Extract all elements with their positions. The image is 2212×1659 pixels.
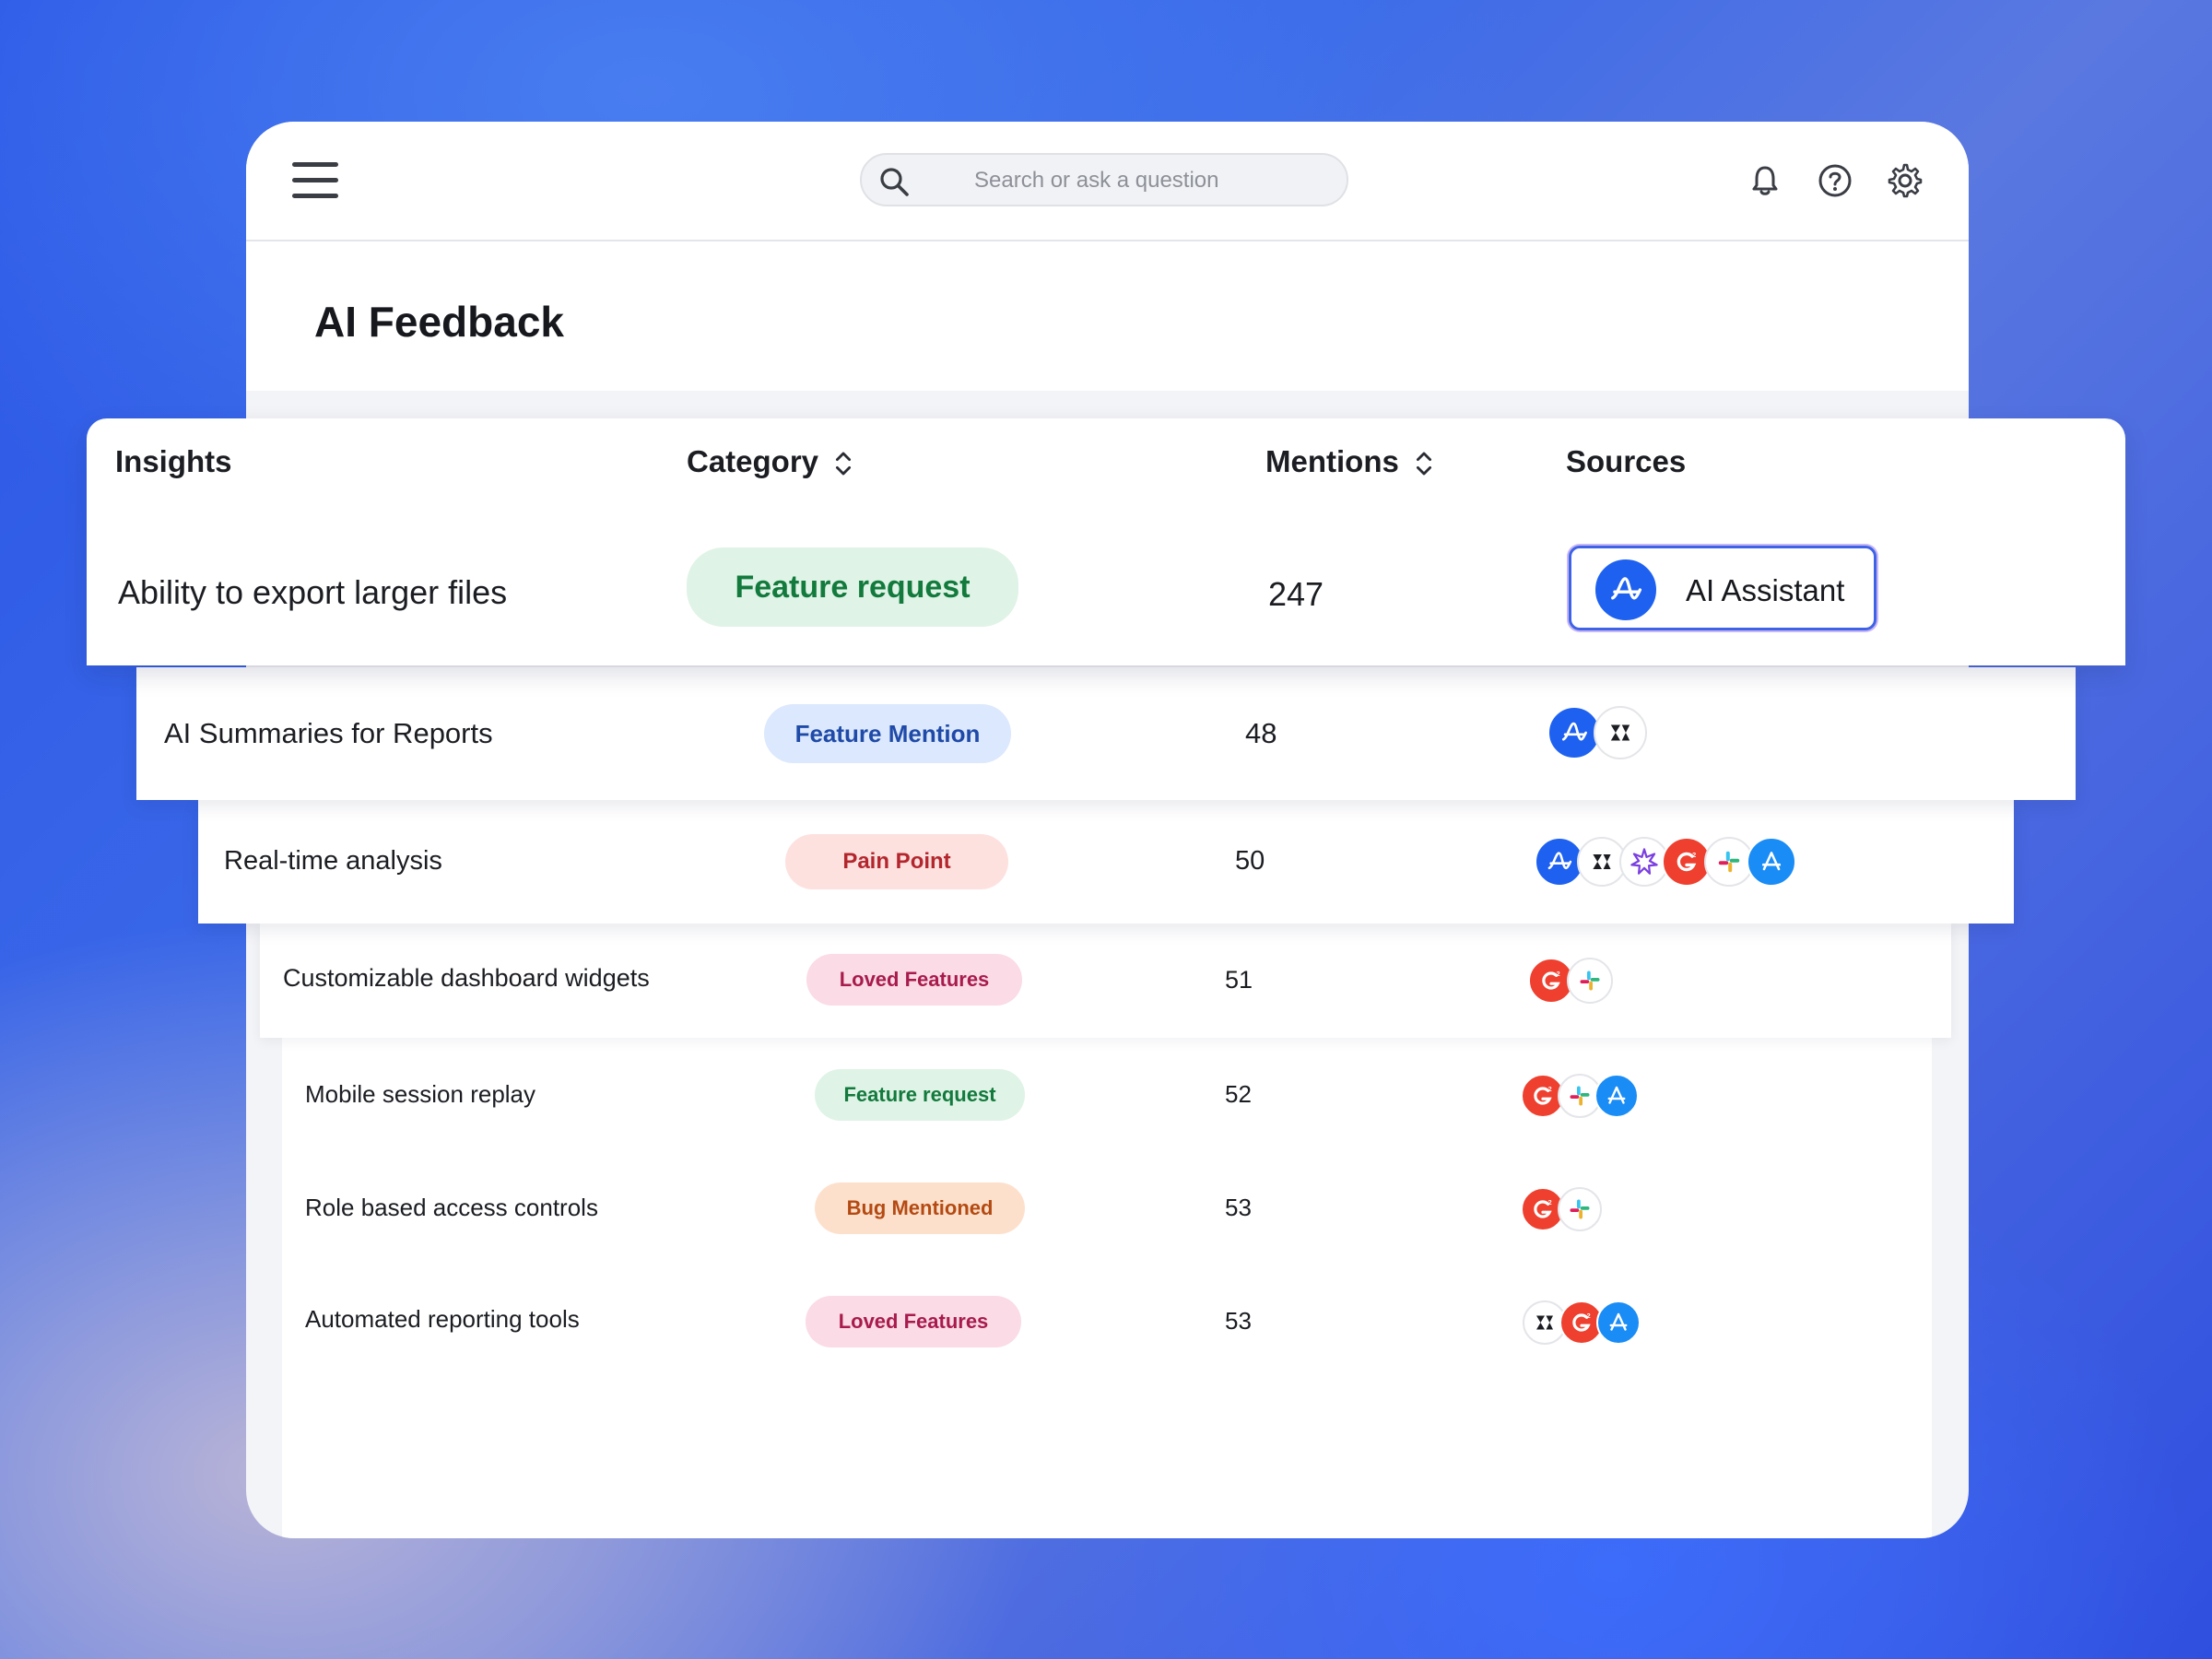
column-header-mentions[interactable]: Mentions — [1265, 444, 1434, 479]
column-header-category[interactable]: Category — [687, 444, 853, 479]
mentions-count: 51 — [1225, 966, 1253, 994]
app-store-icon — [1747, 837, 1796, 887]
search-icon — [880, 168, 909, 196]
sources-group — [1535, 837, 1796, 887]
category-badge[interactable]: Feature request — [687, 547, 1018, 627]
bell-icon[interactable] — [1747, 162, 1783, 199]
title-area: AI Feedback — [246, 241, 1969, 391]
ai-assistant-label: AI Assistant — [1686, 573, 1845, 607]
sources-group — [1521, 1074, 1639, 1118]
top-bar — [246, 122, 1969, 241]
search-bar[interactable] — [860, 153, 1348, 206]
column-header-sources: Sources — [1566, 444, 1687, 478]
amplitude-icon — [1594, 558, 1658, 622]
column-header-insights: Insights — [115, 444, 232, 478]
table-row[interactable]: Customizable dashboard widgets Loved Fea… — [260, 922, 1951, 1038]
hamburger-menu-icon[interactable] — [292, 162, 338, 199]
insight-text: Role based access controls — [305, 1194, 598, 1221]
table-row[interactable]: AI Summaries for Reports Feature Mention… — [136, 667, 2076, 800]
category-header-label: Category — [687, 444, 819, 478]
category-badge[interactable]: Pain Point — [785, 834, 1008, 889]
category-badge[interactable]: Feature request — [815, 1069, 1025, 1121]
gear-icon[interactable] — [1887, 162, 1924, 199]
category-badge[interactable]: Bug Mentioned — [815, 1182, 1025, 1234]
sources-group — [1547, 706, 1647, 759]
insight-text: Customizable dashboard widgets — [283, 964, 650, 992]
insight-text: Automated reporting tools — [305, 1305, 580, 1333]
category-badge[interactable]: Loved Features — [806, 1296, 1021, 1347]
mentions-count: 48 — [1245, 717, 1277, 749]
zendesk-icon — [1594, 706, 1647, 759]
mentions-header-label: Mentions — [1265, 444, 1399, 478]
insight-text: AI Summaries for Reports — [164, 717, 493, 749]
mentions-count: 247 — [1268, 575, 1324, 613]
category-badge[interactable]: Loved Features — [806, 954, 1022, 1006]
sources-group — [1523, 1300, 1641, 1345]
sources-group — [1521, 1187, 1602, 1231]
insight-text: Mobile session replay — [305, 1080, 536, 1108]
sort-icon[interactable] — [833, 448, 853, 479]
table-row[interactable]: Real-time analysis Pain Point 50 — [198, 800, 2014, 924]
app-store-icon — [1596, 1300, 1641, 1345]
help-icon[interactable] — [1817, 162, 1853, 199]
category-badge[interactable]: Feature Mention — [764, 704, 1011, 763]
insight-text: Real-time analysis — [224, 846, 442, 876]
mentions-count: 53 — [1225, 1194, 1252, 1221]
ai-assistant-chip[interactable]: AI Assistant — [1569, 546, 1877, 630]
slack-icon — [1567, 958, 1613, 1004]
mentions-count: 52 — [1225, 1080, 1252, 1108]
search-input[interactable] — [972, 160, 1326, 201]
sort-icon[interactable] — [1414, 448, 1434, 479]
insight-text: Ability to export larger files — [118, 573, 508, 611]
slack-icon — [1558, 1187, 1602, 1231]
mentions-count: 50 — [1235, 846, 1265, 876]
mentions-count: 53 — [1225, 1307, 1252, 1335]
app-store-icon — [1594, 1074, 1639, 1118]
page-title: AI Feedback — [314, 298, 564, 346]
sources-group — [1528, 958, 1613, 1004]
